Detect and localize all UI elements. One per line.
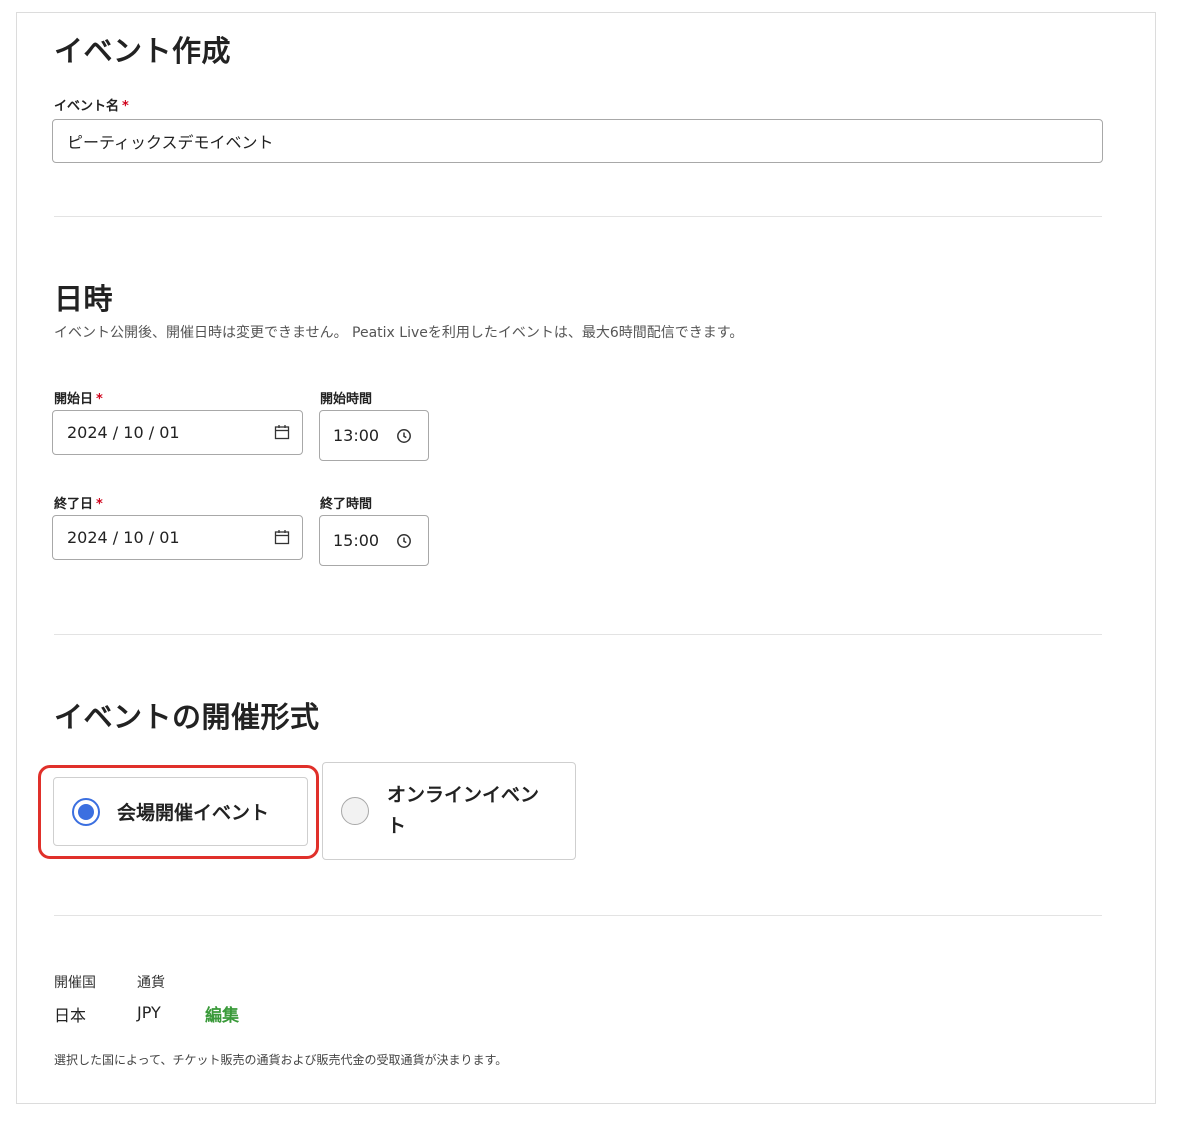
datetime-note: イベント公開後、開催日時は変更できません。 Peatix Liveを利用したイベ… [54,325,744,341]
start-date-value: 2024 / 10 / 01 [67,423,180,442]
end-date-label-text: 終了日 [54,497,94,512]
end-time-input[interactable]: 15:00 [319,515,429,566]
section-divider [54,915,1102,916]
datetime-heading: 日時 [54,282,114,316]
start-date-label-text: 開始日 [54,392,94,407]
required-mark: * [122,99,129,114]
locale-note: 選択した国によって、チケット販売の通貨および販売代金の受取通貨が決まります。 [54,1053,508,1067]
calendar-icon[interactable] [274,529,290,545]
format-heading: イベントの開催形式 [54,700,320,734]
event-name-value: ピーティックスデモイベント [67,133,274,152]
start-time-label: 開始時間 [320,392,373,407]
country-label: 開催国 [54,975,96,991]
end-time-label: 終了時間 [320,497,373,512]
format-option-venue-label: 会場開催イベント [117,802,270,824]
calendar-icon[interactable] [274,424,290,440]
format-option-online-label-line1: オンラインイベン [387,784,540,806]
clock-icon[interactable] [396,428,412,444]
format-option-online-label: オンラインイベン ト [387,780,539,842]
event-name-input[interactable]: ピーティックスデモイベント [52,119,1103,163]
section-divider [54,216,1102,217]
edit-locale-link[interactable]: 編集 [205,1001,239,1026]
page-title: イベント作成 [54,34,232,68]
radio-unselected[interactable] [341,797,369,825]
end-date-label: 終了日 * [54,493,103,512]
format-option-online[interactable]: オンラインイベン ト [322,762,576,860]
clock-icon[interactable] [396,533,412,549]
end-date-value: 2024 / 10 / 01 [67,528,180,547]
radio-selected[interactable] [72,797,100,826]
event-name-label-text: イベント名 [54,99,120,114]
required-mark: * [96,392,103,407]
currency-label: 通貨 [137,975,165,991]
required-mark: * [96,497,103,512]
start-date-label: 開始日 * [54,388,103,407]
format-option-venue[interactable]: 会場開催イベント [53,777,308,846]
country-value: 日本 [54,1006,87,1025]
start-date-input[interactable]: 2024 / 10 / 01 [52,410,303,455]
currency-value: JPY [137,1003,161,1022]
format-option-online-label-line2: ト [387,815,407,837]
end-time-value: 15:00 [333,531,380,550]
event-name-label: イベント名 * [54,95,129,114]
start-time-value: 13:00 [333,426,380,445]
end-date-input[interactable]: 2024 / 10 / 01 [52,515,303,560]
start-time-input[interactable]: 13:00 [319,410,429,461]
section-divider [54,634,1102,635]
